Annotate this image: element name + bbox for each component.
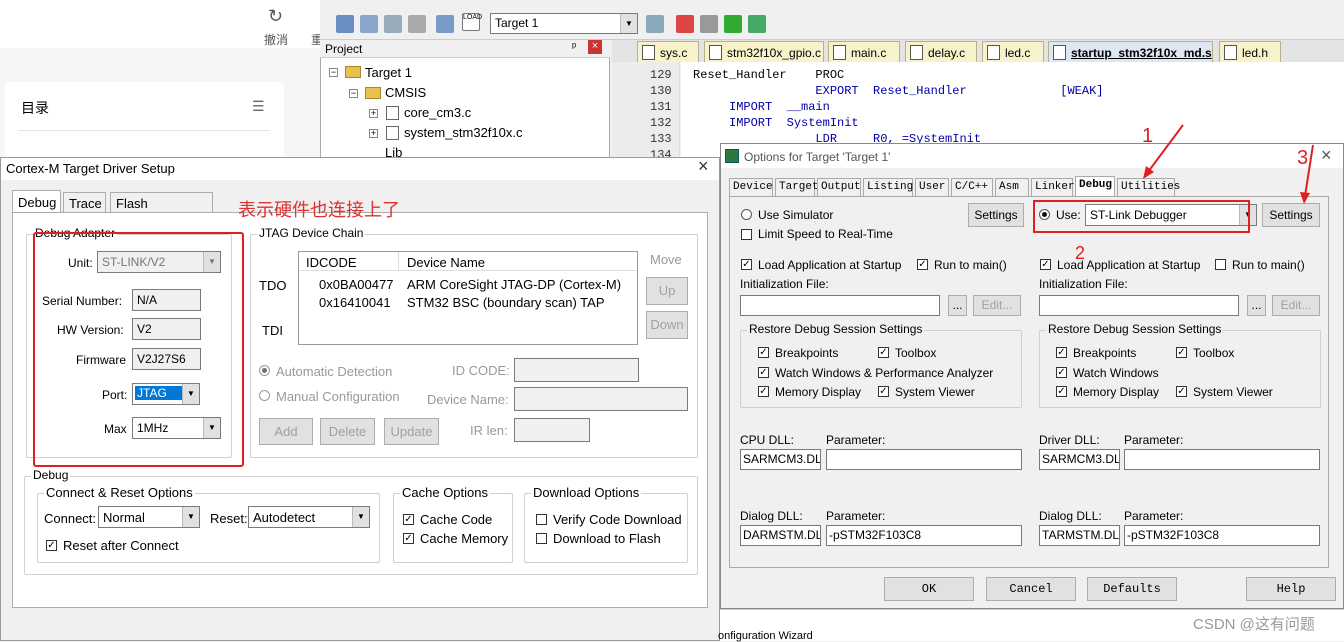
csdn-watermark: CSDN @这有问题 xyxy=(1193,616,1315,633)
arrow-1 xyxy=(1147,124,1184,173)
config-wizard-tab[interactable]: onfiguration Wizard xyxy=(718,630,813,642)
arrow-3-head xyxy=(1300,192,1310,204)
marker-3: 3 xyxy=(1297,147,1309,169)
arrow-1-head xyxy=(1143,166,1154,179)
marker-2: 2 xyxy=(1075,243,1086,263)
annotation-arrows xyxy=(1143,124,1314,204)
marker-1: 1 xyxy=(1142,125,1154,147)
